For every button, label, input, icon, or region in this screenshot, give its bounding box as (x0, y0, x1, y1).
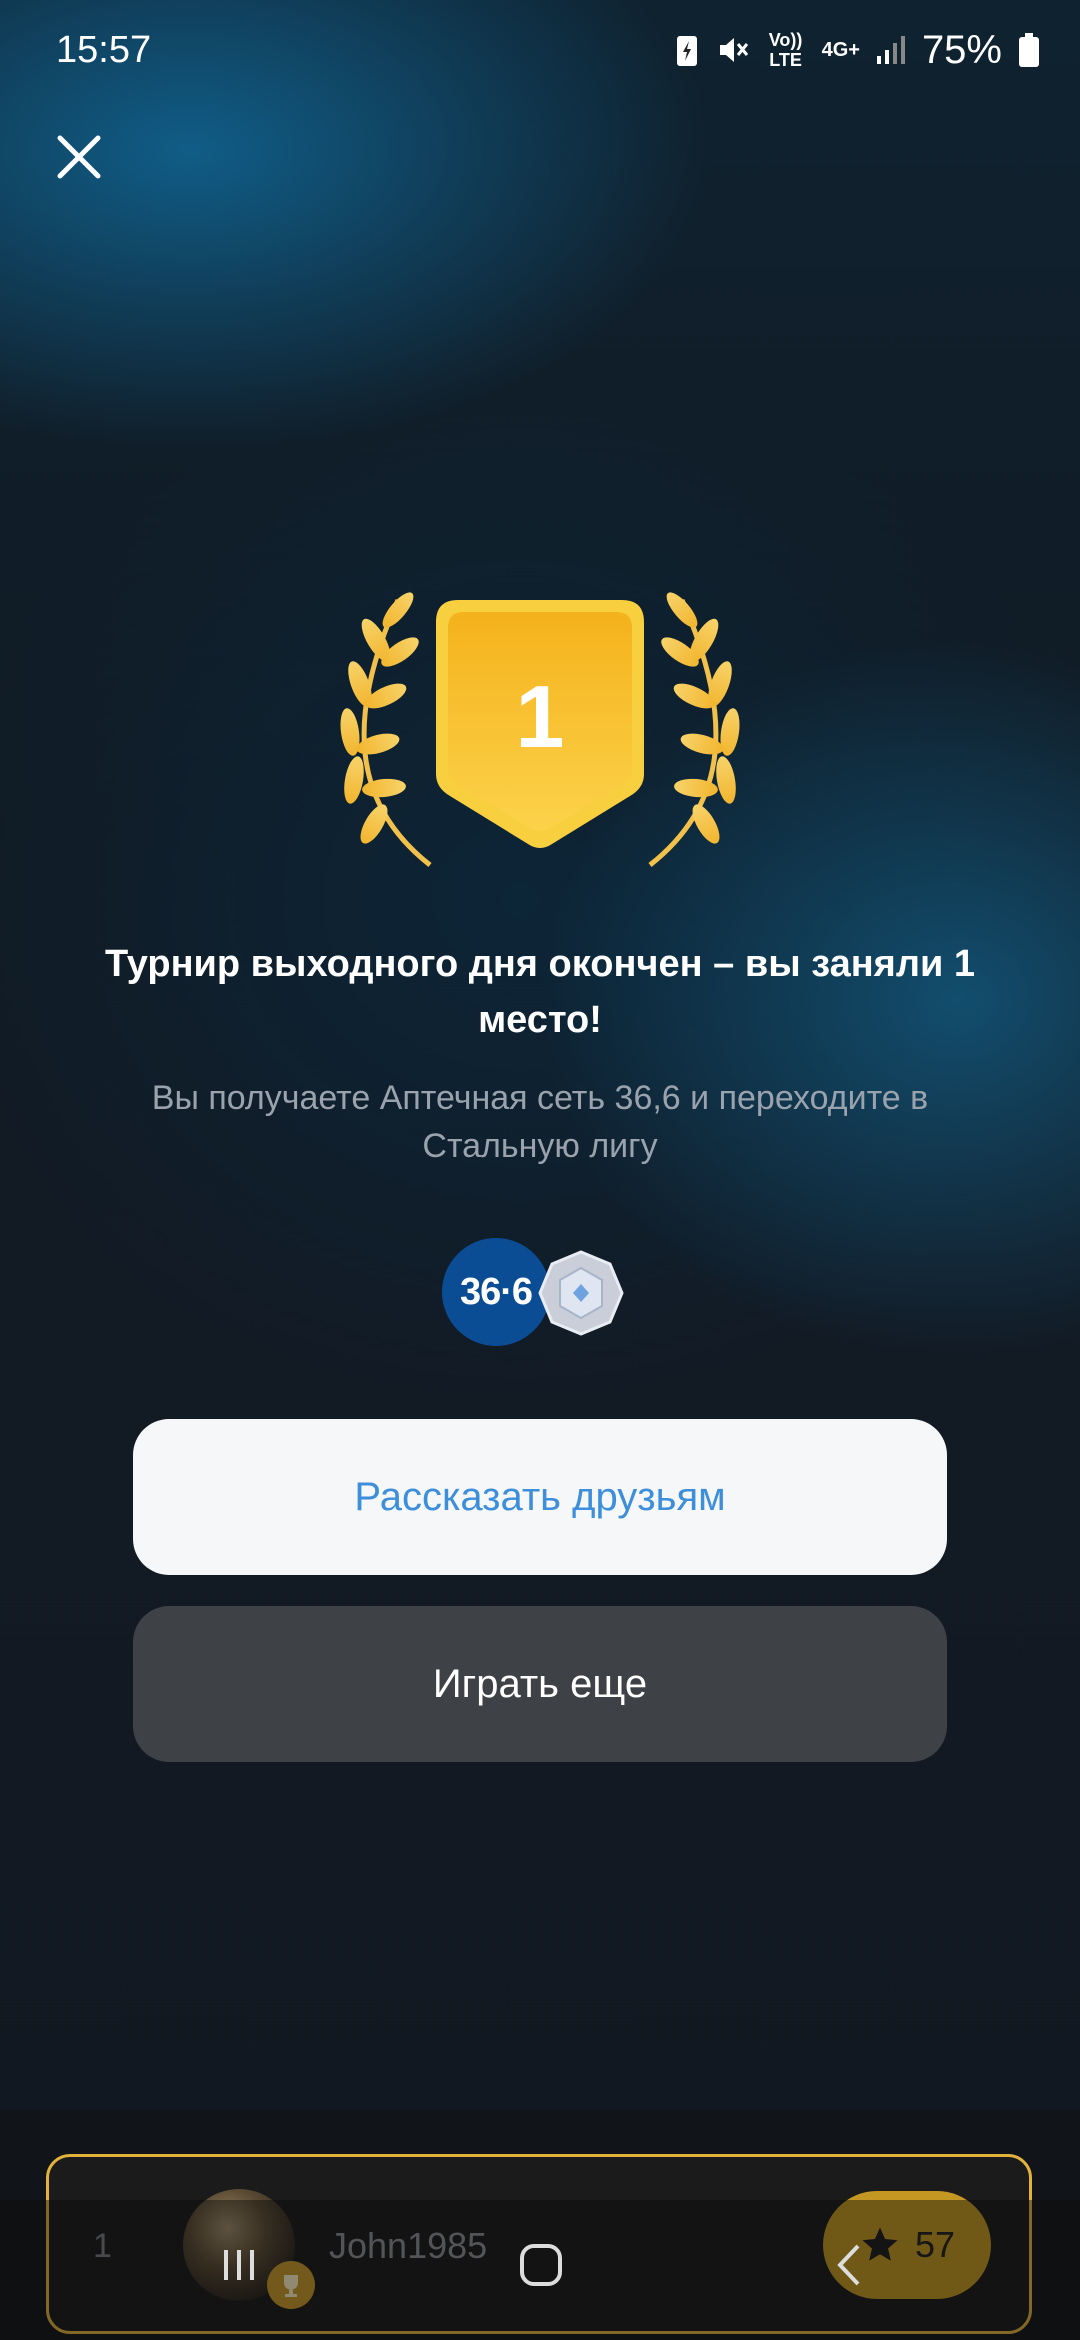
signal-icon (876, 36, 905, 64)
system-nav-bar (0, 2200, 1080, 2340)
network-gen-icon: 4G+ (821, 39, 860, 61)
play-again-button[interactable]: Играть еще (133, 1606, 947, 1762)
close-icon[interactable] (50, 128, 108, 186)
battery-icon (1019, 33, 1039, 67)
battery-saver-icon (676, 36, 697, 66)
partner-logo: 36·6 (442, 1238, 550, 1346)
back-icon[interactable] (826, 2240, 876, 2290)
battery-percent: 75% (921, 27, 1002, 72)
first-place-trophy: 1 (320, 580, 760, 880)
status-bar: 15:57 Vo)) LTE 4G+ 75% (0, 0, 1080, 100)
rewards-row: 36·6 (440, 1238, 640, 1348)
steel-league-badge-icon (538, 1250, 624, 1336)
result-title: Турнир выходного дня окончен – вы заняли… (104, 943, 976, 1041)
recent-apps-icon[interactable] (214, 2240, 264, 2290)
result-subtitle: Вы получаете Аптечная сеть 36,6 и перехо… (151, 1079, 929, 1165)
mute-icon (719, 38, 748, 62)
status-icons: Vo)) LTE 4G+ 75% (674, 28, 1040, 73)
status-time: 15:57 (56, 28, 152, 71)
place-number: 1 (515, 667, 565, 766)
volte-icon: Vo)) LTE (768, 30, 803, 70)
background (0, 0, 1080, 2340)
share-button[interactable]: Рассказать друзьям (133, 1419, 947, 1575)
partner-logo-text: 36·6 (459, 1270, 533, 1313)
home-icon[interactable] (516, 2240, 566, 2290)
